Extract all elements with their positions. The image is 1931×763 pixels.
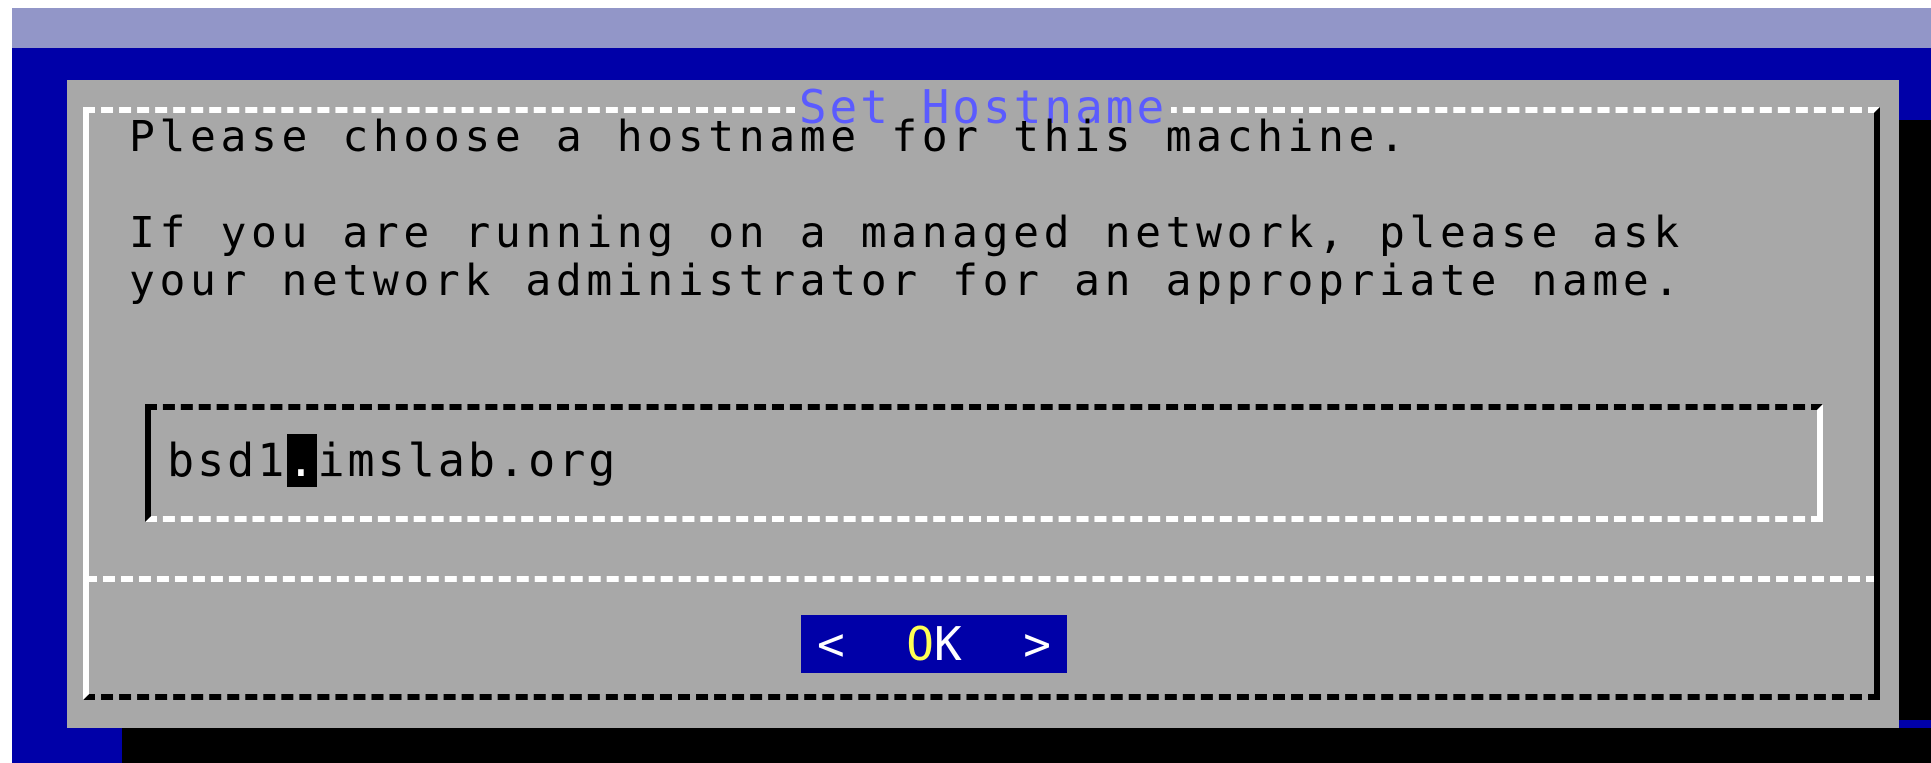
text-cursor: .	[287, 434, 318, 487]
top-strip	[12, 8, 1931, 48]
dialog-shadow-bottom	[122, 728, 1931, 763]
dialog-shadow-right	[1899, 120, 1931, 720]
console-screen: Set Hostname Please choose a hostname fo…	[12, 8, 1931, 763]
message-line-1: Please choose a hostname for this machin…	[129, 112, 1410, 162]
ok-label: OK	[906, 615, 961, 673]
ok-left-bracket: <	[817, 617, 845, 671]
ok-label-rest: K	[934, 617, 962, 671]
set-hostname-dialog: Set Hostname Please choose a hostname fo…	[67, 80, 1899, 728]
hostname-input[interactable]: bsd1.imslab.org	[145, 404, 1823, 522]
ok-hotkey-letter: O	[906, 617, 934, 671]
hostname-input-value[interactable]: bsd1.imslab.org	[167, 432, 618, 490]
hostname-text-after-cursor: imslab.org	[317, 434, 619, 487]
ok-button[interactable]: < OK >	[801, 615, 1067, 673]
separator-end	[1874, 573, 1880, 585]
ok-right-bracket: >	[1023, 617, 1051, 671]
hostname-text-before-cursor: bsd1	[167, 434, 288, 487]
button-area-separator	[85, 576, 1878, 582]
message-line-3: your network administrator for an approp…	[129, 256, 1684, 306]
